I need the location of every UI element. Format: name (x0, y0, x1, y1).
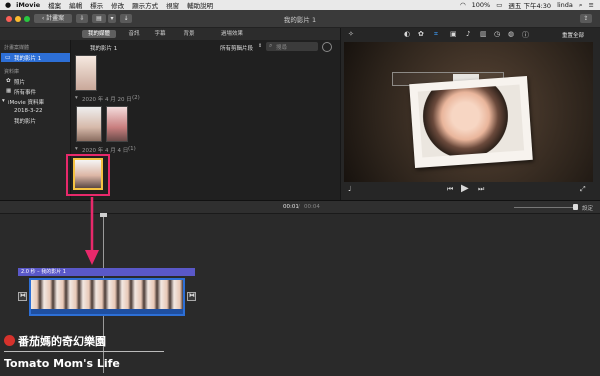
transition-icon: ⧓ (20, 292, 26, 299)
time-separator: / (298, 204, 300, 210)
noise-reduction-icon[interactable]: ▥ (480, 30, 487, 38)
date-group-label-1: 2020 年 4 月 20 日 (82, 97, 132, 103)
fullscreen-icon[interactable]: ⤢ (580, 185, 586, 194)
clip-filter-icon[interactable]: ◍ (508, 30, 514, 38)
tab-titles[interactable]: 字幕 (148, 30, 172, 38)
timeline-total-time: 00:04 (304, 204, 320, 210)
timeline-current-time: 00:01 (283, 204, 299, 210)
sidebar-item-event[interactable]: 我的影片 (14, 117, 36, 125)
apple-icon[interactable]: ● (5, 1, 11, 9)
film-icon: ▭ (5, 54, 11, 61)
sidebar-item-event-date[interactable]: 2018-3-22 (14, 108, 42, 114)
battery-icon[interactable]: ▭ (496, 1, 502, 9)
window-title: 我的影片 1 (283, 16, 317, 24)
menu-edit[interactable]: 編輯 (69, 0, 82, 10)
microphone-icon[interactable]: ♩ (348, 185, 351, 193)
skip-back-icon[interactable]: ⏮ (447, 185, 453, 194)
zoom-slider-track[interactable] (514, 207, 578, 208)
tab-backgrounds[interactable]: 背景 (176, 30, 202, 38)
tab-my-media[interactable]: 我的媒體 (82, 30, 116, 38)
timeline-settings-button[interactable]: 設定 (582, 204, 593, 212)
magic-wand-icon[interactable]: ✧ (348, 30, 354, 38)
sidebar-header-libraries: 資料庫 (4, 69, 20, 75)
tomato-logo-icon (4, 335, 15, 346)
speed-icon[interactable]: ◷ (494, 30, 500, 38)
menu-help[interactable]: 輔助說明 (187, 0, 213, 10)
color-palette-icon[interactable]: ✿ (418, 30, 424, 38)
sidebar-item-photos[interactable]: 照片 (14, 78, 25, 86)
group-disclosure-icon[interactable]: ▾ (75, 146, 78, 152)
transition-icon: ⧓ (189, 292, 195, 299)
skip-forward-icon[interactable]: ⏭ (478, 185, 484, 194)
share-button[interactable]: ⇪ (580, 14, 592, 23)
reset-all-button[interactable]: 重置全部 (562, 31, 584, 39)
photo-frame (409, 75, 533, 169)
watermark-divider (4, 351, 164, 352)
watermark-title: 番茄媽的奇幻樂園 (18, 335, 106, 348)
menu-view[interactable]: 顯示方式 (132, 0, 158, 10)
date-group-label-2: 2020 年 4 月 4 日 (82, 148, 129, 154)
menu-window[interactable]: 視窗 (166, 0, 179, 10)
battery-percent[interactable]: 100% (472, 1, 491, 9)
search-placeholder: 搜尋 (276, 45, 288, 51)
watermark-subtitle: Tomato Mom's Life (4, 357, 120, 370)
photos-icon: ✿ (6, 78, 11, 84)
title-clip[interactable]: 2.0 秒 – 我的影片 1 (18, 268, 195, 276)
stabilize-icon[interactable]: ▣ (450, 30, 457, 38)
clip-thumbnail[interactable] (76, 106, 102, 142)
volume-icon[interactable]: ♪ (466, 30, 470, 38)
tab-audio[interactable]: 音訊 (122, 30, 146, 38)
sidebar-item-project-label: 我的影片 1 (14, 56, 42, 62)
sidebar-item-all-events[interactable]: 所有事件 (14, 88, 36, 96)
baby-photo (417, 84, 525, 158)
crop-icon[interactable]: ⌗ (434, 30, 438, 39)
sidebar-item-library[interactable]: iMovie 資料庫 (8, 98, 44, 106)
clip-thumbnail-top[interactable] (75, 55, 97, 91)
menu-file[interactable]: 檔案 (48, 0, 61, 10)
zoom-slider-handle[interactable] (573, 204, 578, 210)
browser-title: 我的影片 1 (90, 46, 118, 52)
share-icon: ⇪ (583, 15, 589, 22)
disclosure-triangle-icon[interactable]: ▾ (2, 98, 5, 104)
selected-clip-thumbnail[interactable] (73, 158, 103, 190)
clip-audio-bar (31, 309, 183, 314)
menubar-clock[interactable]: 週五 下午4:30 (508, 0, 551, 10)
search-icon[interactable]: ⌕ (579, 1, 583, 10)
color-balance-icon[interactable]: ◐ (404, 30, 410, 38)
menu-app-name[interactable]: iMovie (16, 1, 40, 9)
transition-right[interactable]: ⧓ (187, 292, 196, 301)
tab-transitions[interactable]: 過場效果 (216, 30, 248, 38)
browser-settings-button[interactable] (322, 42, 332, 52)
title-clip-label: 2.0 秒 – 我的影片 1 (21, 269, 66, 275)
clip-thumbnail[interactable] (106, 106, 128, 142)
play-icon[interactable]: ▶ (461, 183, 469, 194)
date-group-count-2: (1) (128, 146, 136, 152)
events-icon: ▦ (6, 88, 12, 94)
wifi-icon[interactable]: ◠ (460, 1, 466, 9)
menu-mark[interactable]: 標示 (90, 0, 103, 10)
search-field-icon: ⌕ (269, 42, 273, 49)
menu-bar: ● iMovie 檔案 編輯 標示 修改 顯示方式 視窗 輔助說明 ◠ 100%… (0, 0, 600, 10)
group-disclosure-icon[interactable]: ▾ (75, 95, 78, 101)
menubar-user[interactable]: linda (557, 1, 573, 9)
date-group-count-1: (2) (132, 95, 140, 101)
search-field[interactable]: ⌕ 搜尋 (266, 42, 318, 51)
drag-arrow (85, 197, 99, 265)
transition-left[interactable]: ⧓ (18, 292, 27, 301)
sidebar-header-project-media: 計畫案媒體 (4, 45, 30, 51)
info-icon[interactable]: ⓘ (522, 30, 529, 40)
clip-filter-select[interactable]: 所有剪輯片段 (220, 44, 253, 52)
menu-modify[interactable]: 修改 (111, 0, 124, 10)
menu-list-icon[interactable]: ≡ (589, 1, 594, 9)
chevron-updown-icon: ⇕ (258, 43, 263, 49)
